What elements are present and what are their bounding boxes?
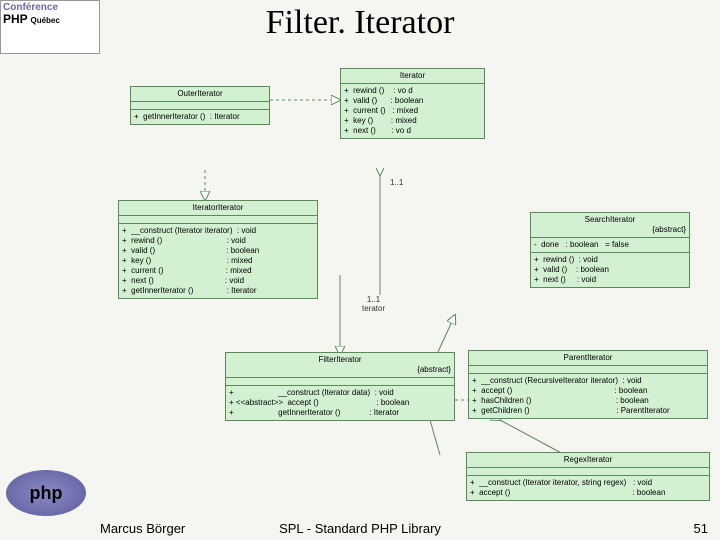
uml-name: RegexIterator xyxy=(467,453,709,468)
uml-box-iteratoriterator: IteratorIterator + __construct (Iterator… xyxy=(118,200,318,299)
uml-ops: + __construct (Iterator data) : void + <… xyxy=(226,386,454,420)
php-logo-text: php xyxy=(30,483,63,504)
uml-ops: + __construct (Iterator iterator) : void… xyxy=(119,224,317,298)
uml-tag: {abstract} xyxy=(534,225,686,235)
role-mid: 1..1 terator xyxy=(362,295,385,313)
footer-page: 51 xyxy=(694,521,708,536)
uml-tag: {abstract} xyxy=(229,365,451,375)
uml-empty xyxy=(119,216,317,224)
uml-box-parentiterator: ParentIterator + __construct (RecursiveI… xyxy=(468,350,708,419)
slide-title: Filter. Iterator xyxy=(0,4,720,42)
footer-center: SPL - Standard PHP Library xyxy=(0,521,720,536)
php-logo: php xyxy=(6,470,86,516)
uml-attr: - done : boolean = false xyxy=(531,238,689,253)
uml-ops: + rewind () : vo d + valid () : boolean … xyxy=(341,84,484,138)
uml-empty xyxy=(467,468,709,476)
uml-box-regexiterator: RegexIterator + __construct (Iterator it… xyxy=(466,452,710,501)
uml-ops: + getInnerIterator () : Iterator xyxy=(131,110,269,124)
uml-name: FilterIterator {abstract} xyxy=(226,353,454,378)
uml-name: OuterIterator xyxy=(131,87,269,102)
uml-name: Iterator xyxy=(341,69,484,84)
uml-name: SearchIterator {abstract} xyxy=(531,213,689,238)
uml-ops: + rewind () : void + valid () : boolean … xyxy=(531,253,689,287)
uml-name-text: FilterIterator xyxy=(318,355,361,364)
uml-box-outeriterator: OuterIterator + getInnerIterator () : It… xyxy=(130,86,270,125)
uml-name-text: SearchIterator xyxy=(585,215,636,224)
uml-ops: + __construct (Iterator iterator, string… xyxy=(467,476,709,500)
uml-empty xyxy=(226,378,454,386)
uml-ops: + __construct (RecursiveIterator iterato… xyxy=(469,374,707,418)
uml-box-searchiterator: SearchIterator {abstract} - done : boole… xyxy=(530,212,690,288)
uml-box-iterator: Iterator + rewind () : vo d + valid () :… xyxy=(340,68,485,139)
uml-empty xyxy=(469,366,707,374)
uml-name: ParentIterator xyxy=(469,351,707,366)
uml-box-filteriterator: FilterIterator {abstract} + __construct … xyxy=(225,352,455,421)
uml-empty xyxy=(131,102,269,110)
role-top: 1..1 xyxy=(390,178,403,187)
uml-name: IteratorIterator xyxy=(119,201,317,216)
